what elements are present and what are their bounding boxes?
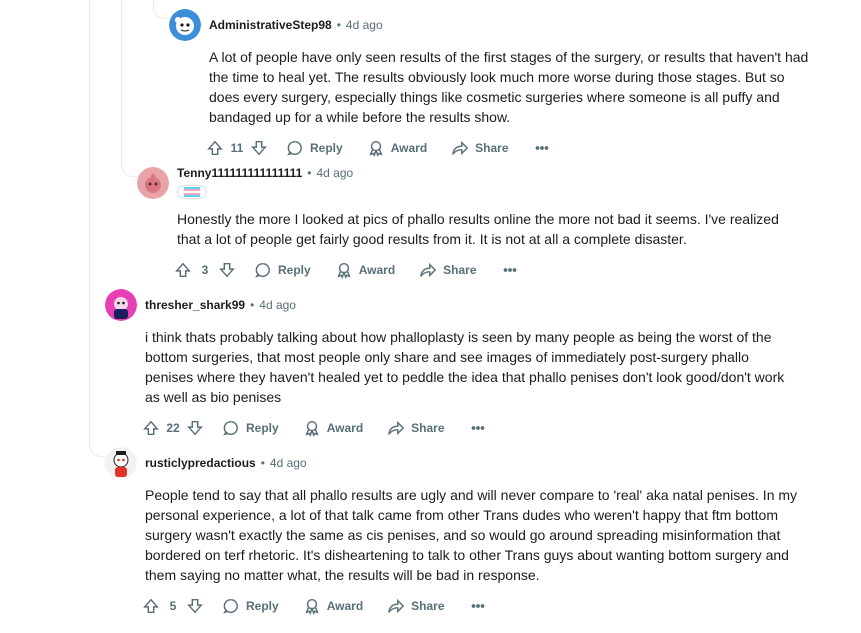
- share-label: Share: [475, 141, 509, 155]
- upvote-icon: [175, 262, 191, 278]
- award-icon: [369, 140, 383, 157]
- trans-flag-icon: [184, 187, 200, 197]
- comment-icon: [223, 420, 238, 436]
- award-label: Award: [358, 263, 396, 277]
- comment-body: Honestly the more I looked at pics of ph…: [177, 211, 779, 247]
- avatar[interactable]: [169, 9, 201, 41]
- downvote-button[interactable]: [186, 597, 204, 615]
- comment-icon: [287, 140, 302, 156]
- upvote-icon: [143, 598, 159, 614]
- share-label: Share: [443, 263, 477, 277]
- thread-line-root: [89, 0, 90, 440]
- downvote-button[interactable]: [250, 139, 268, 157]
- share-button[interactable]: Share: [451, 139, 509, 157]
- comment-actions: 5 Reply Award Share: [142, 594, 487, 618]
- reply-button[interactable]: Reply: [222, 597, 279, 615]
- separator-dot: •: [250, 298, 255, 312]
- award-button[interactable]: Award: [367, 139, 427, 157]
- upvote-icon: [143, 420, 159, 436]
- reply-label: Reply: [310, 141, 343, 155]
- vote-count: 22: [166, 421, 180, 435]
- comment-actions: 11 Reply Award Share: [206, 136, 551, 160]
- award-icon: [305, 598, 319, 615]
- share-icon: [420, 262, 437, 278]
- comment-meta: Tenny111111111111111 • 4d ago: [177, 166, 353, 180]
- share-label: Share: [411, 421, 445, 435]
- author-name[interactable]: AdministrativeStep98: [209, 18, 332, 32]
- share-button[interactable]: Share: [419, 261, 477, 279]
- more-options-button[interactable]: [501, 261, 519, 279]
- thread-curve-level3: [153, 0, 170, 19]
- upvote-button[interactable]: [206, 139, 224, 157]
- share-icon: [388, 420, 405, 436]
- author-name[interactable]: rusticlypredactious: [145, 456, 256, 470]
- vote-count: 11: [230, 141, 244, 155]
- downvote-icon: [187, 420, 203, 436]
- award-label: Award: [390, 141, 428, 155]
- separator-dot: •: [260, 456, 265, 470]
- more-options-button[interactable]: [469, 419, 487, 437]
- downvote-icon: [219, 262, 235, 278]
- more-options-button[interactable]: [533, 139, 551, 157]
- reply-label: Reply: [246, 599, 279, 613]
- separator-dot: •: [336, 18, 341, 32]
- avatar[interactable]: [137, 167, 169, 199]
- award-label: Award: [326, 599, 364, 613]
- upvote-icon: [207, 140, 223, 156]
- upvote-button[interactable]: [142, 419, 160, 437]
- author-name[interactable]: thresher_shark99: [145, 298, 245, 312]
- thread-curve-level2: [121, 150, 138, 177]
- share-icon: [452, 140, 469, 156]
- award-label: Award: [326, 421, 364, 435]
- more-options-icon: [535, 146, 548, 150]
- vote-count: 5: [169, 599, 177, 613]
- avatar[interactable]: [105, 289, 137, 321]
- timestamp[interactable]: 4d ago: [317, 166, 354, 180]
- thread-curve-root: [89, 430, 106, 457]
- comment-meta: AdministrativeStep98 • 4d ago: [209, 18, 383, 32]
- more-options-icon: [503, 268, 516, 272]
- upvote-button[interactable]: [174, 261, 192, 279]
- reply-button[interactable]: Reply: [222, 419, 279, 437]
- comment-body: People tend to say that all phallo resul…: [145, 487, 798, 583]
- award-icon: [337, 262, 351, 279]
- downvote-icon: [251, 140, 267, 156]
- downvote-button[interactable]: [186, 419, 204, 437]
- comment-actions: 3 Reply Award Share: [174, 258, 519, 282]
- more-options-icon: [471, 426, 484, 430]
- share-button[interactable]: Share: [387, 419, 445, 437]
- reply-button[interactable]: Reply: [254, 261, 311, 279]
- thread-line-level2: [121, 0, 122, 160]
- user-flair: [177, 185, 207, 199]
- reply-button[interactable]: Reply: [286, 139, 343, 157]
- comment-meta: rusticlypredactious • 4d ago: [145, 456, 307, 470]
- comment-icon: [255, 262, 270, 278]
- comment-body: i think thats probably talking about how…: [145, 329, 785, 405]
- comment-actions: 22 Reply Award Share: [142, 416, 487, 440]
- avatar[interactable]: [105, 447, 137, 479]
- comment-meta: thresher_shark99 • 4d ago: [145, 298, 296, 312]
- comment-icon: [223, 598, 238, 614]
- share-label: Share: [411, 599, 445, 613]
- comment-body: A lot of people have only seen results o…: [209, 49, 809, 125]
- downvote-button[interactable]: [218, 261, 236, 279]
- award-button[interactable]: Award: [335, 261, 395, 279]
- more-options-icon: [471, 604, 484, 608]
- timestamp[interactable]: 4d ago: [346, 18, 383, 32]
- author-name[interactable]: Tenny111111111111111: [177, 166, 302, 180]
- award-button[interactable]: Award: [303, 597, 363, 615]
- award-icon: [305, 420, 319, 437]
- upvote-button[interactable]: [142, 597, 160, 615]
- timestamp[interactable]: 4d ago: [259, 298, 296, 312]
- vote-count: 3: [201, 263, 209, 277]
- share-button[interactable]: Share: [387, 597, 445, 615]
- reply-label: Reply: [246, 421, 279, 435]
- timestamp[interactable]: 4d ago: [270, 456, 307, 470]
- share-icon: [388, 598, 405, 614]
- award-button[interactable]: Award: [303, 419, 363, 437]
- reply-label: Reply: [278, 263, 311, 277]
- separator-dot: •: [307, 166, 312, 180]
- downvote-icon: [187, 598, 203, 614]
- more-options-button[interactable]: [469, 597, 487, 615]
